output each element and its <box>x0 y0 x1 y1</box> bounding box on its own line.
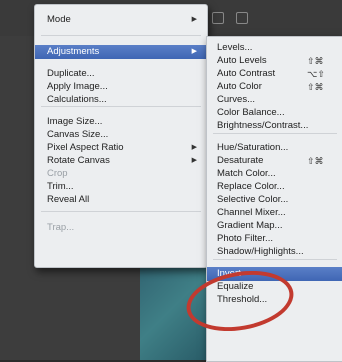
menu-item-label: Rotate Canvas <box>47 155 110 166</box>
menu-item-label: Replace Color... <box>217 181 285 192</box>
submenu-arrow-icon: ▶ <box>191 157 197 164</box>
menu-item-label: Color Balance... <box>217 107 285 118</box>
menu-item-label: Calculations... <box>47 94 107 105</box>
image-menu: Mode ▶ Adjustments ▶ Duplicate... Apply Image… <box>34 4 208 268</box>
main-item-mode[interactable]: Mode ▶ <box>35 13 207 27</box>
menu-separator <box>41 35 201 36</box>
submenu-arrow-icon: ▶ <box>191 48 197 55</box>
menu-item-shortcut: ⌥⇧ <box>307 69 325 79</box>
menu-separator <box>213 259 337 260</box>
adjust-item-hue-saturation[interactable]: Hue/Saturation... <box>207 141 342 155</box>
menu-item-label: Channel Mixer... <box>217 207 286 218</box>
tool-icon[interactable] <box>212 12 224 24</box>
menu-item-label: Auto Levels <box>217 55 267 66</box>
menu-item-shortcut: ⇧⌘ <box>307 156 324 166</box>
main-item-trim[interactable]: Trim... <box>35 180 207 194</box>
menu-item-shortcut: ⇧⌘ <box>307 56 324 66</box>
submenu-arrow-icon: ▶ <box>191 16 197 23</box>
main-item-duplicate[interactable]: Duplicate... <box>35 67 207 81</box>
menu-item-label: Gradient Map... <box>217 220 283 231</box>
menu-separator <box>213 133 337 134</box>
menu-item-label: Reveal All <box>47 194 90 205</box>
menu-item-label: Brightness/Contrast... <box>217 120 309 131</box>
menu-item-label: Desaturate <box>217 155 264 166</box>
menu-item-label: Levels... <box>217 42 253 53</box>
main-item-rotate-canvas[interactable]: Rotate Canvas ▶ <box>35 154 207 168</box>
adjust-item-selective-color[interactable]: Selective Color... <box>207 193 342 207</box>
adjust-item-match-color[interactable]: Match Color... <box>207 167 342 181</box>
menu-item-label: Canvas Size... <box>47 129 109 140</box>
menu-item-label: Duplicate... <box>47 68 95 79</box>
submenu-arrow-icon: ▶ <box>191 144 197 151</box>
main-item-crop: Crop <box>35 167 207 181</box>
main-item-canvas-size[interactable]: Canvas Size... <box>35 128 207 142</box>
menu-item-label: Hue/Saturation... <box>217 142 289 153</box>
main-item-calculations[interactable]: Calculations... <box>35 93 207 107</box>
menu-item-label: Trap... <box>47 222 75 233</box>
adjust-item-photo-filter[interactable]: Photo Filter... <box>207 232 342 246</box>
menu-item-label: Pixel Aspect Ratio <box>47 142 124 153</box>
menu-item-shortcut: ⇧⌘ <box>307 82 324 92</box>
menu-item-label: Apply Image... <box>47 81 108 92</box>
adjust-item-brightness-contrast[interactable]: Brightness/Contrast... <box>207 119 342 133</box>
menu-item-label: Auto Contrast <box>217 68 276 79</box>
menu-item-label: Crop <box>47 168 68 179</box>
main-item-apply-image[interactable]: Apply Image... <box>35 80 207 94</box>
menu-item-label: Image Size... <box>47 116 103 127</box>
adjust-item-gradient-map[interactable]: Gradient Map... <box>207 219 342 233</box>
menu-separator <box>41 211 201 212</box>
menu-item-label: Auto Color <box>217 81 262 92</box>
adjust-item-replace-color[interactable]: Replace Color... <box>207 180 342 194</box>
menu-item-label: Trim... <box>47 181 74 192</box>
adjust-item-levels[interactable]: Levels... <box>207 41 342 55</box>
main-item-reveal-all[interactable]: Reveal All <box>35 193 207 207</box>
adjust-item-color-balance[interactable]: Color Balance... <box>207 106 342 120</box>
adjust-item-auto-contrast[interactable]: Auto Contrast ⌥⇧ <box>207 67 342 81</box>
menu-item-label: Mode <box>47 14 71 25</box>
adjust-item-shadow-highlights[interactable]: Shadow/Highlights... <box>207 245 342 259</box>
main-item-image-size[interactable]: Image Size... <box>35 115 207 129</box>
menu-item-label: Adjustments <box>47 46 100 57</box>
adjust-item-channel-mixer[interactable]: Channel Mixer... <box>207 206 342 220</box>
adjust-item-desaturate[interactable]: Desaturate ⇧⌘ <box>207 154 342 168</box>
menu-item-label: Shadow/Highlights... <box>217 246 304 257</box>
main-item-pixel-aspect-ratio[interactable]: Pixel Aspect Ratio ▶ <box>35 141 207 155</box>
main-item-trap: Trap... <box>35 221 207 235</box>
tool-icon[interactable] <box>236 12 248 24</box>
menu-item-label: Match Color... <box>217 168 276 179</box>
menu-item-label: Selective Color... <box>217 194 289 205</box>
main-item-adjustments[interactable]: Adjustments ▶ <box>35 45 207 59</box>
adjust-item-auto-levels[interactable]: Auto Levels ⇧⌘ <box>207 54 342 68</box>
adjust-item-auto-color[interactable]: Auto Color ⇧⌘ <box>207 80 342 94</box>
menu-item-label: Curves... <box>217 94 256 105</box>
menu-item-label: Photo Filter... <box>217 233 273 244</box>
adjust-item-curves[interactable]: Curves... <box>207 93 342 107</box>
